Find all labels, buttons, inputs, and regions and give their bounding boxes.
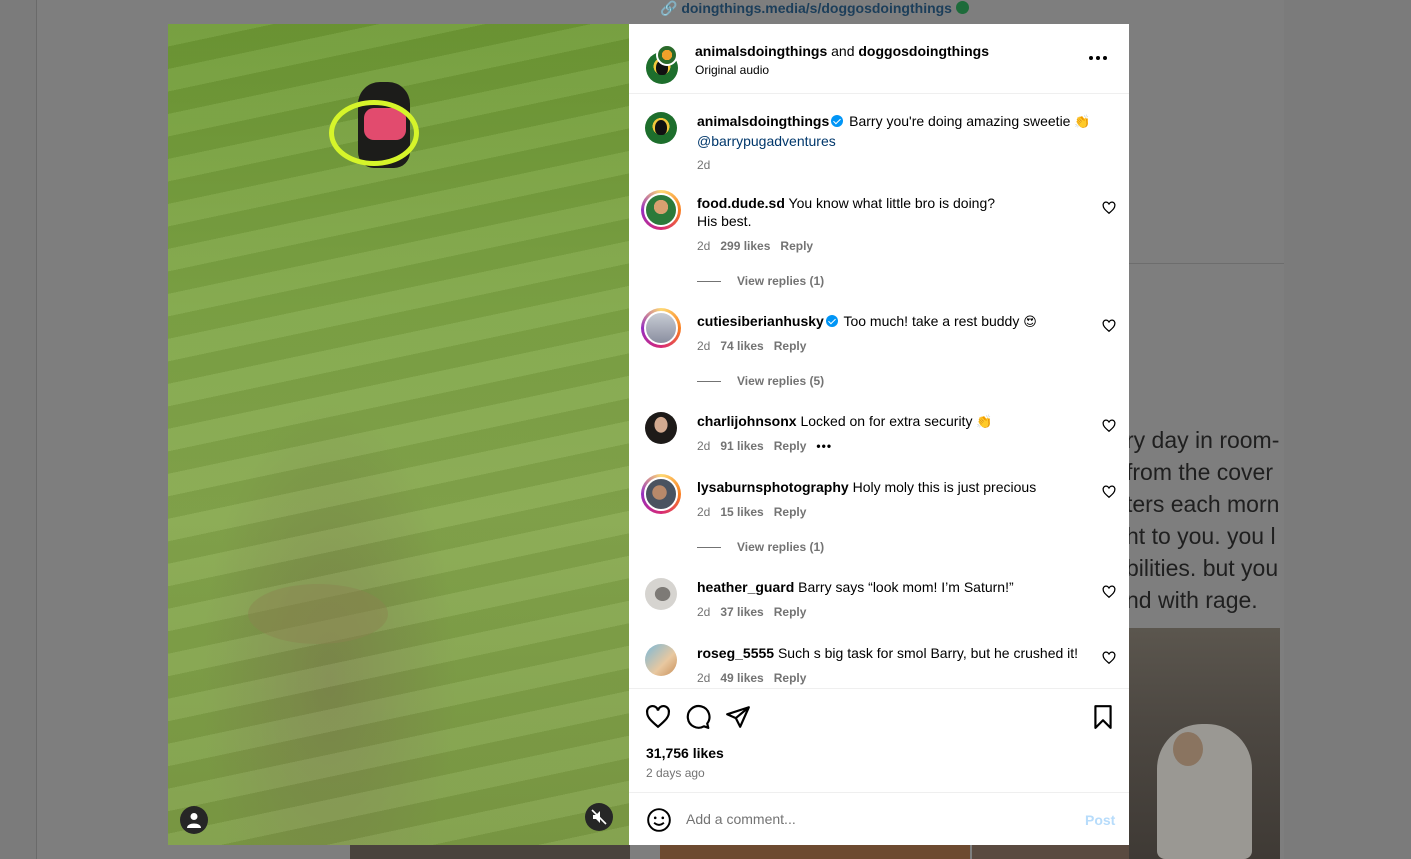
comment-likes[interactable]: 49 likes [720, 671, 763, 685]
comments-list[interactable]: animalsdoingthings Barry you're doing am… [629, 95, 1129, 688]
background-link[interactable]: 🔗 doingthings.media/s/doggosdoingthings [660, 0, 969, 17]
heart-icon[interactable] [1102, 485, 1116, 499]
timestamp[interactable]: 2d [697, 158, 710, 172]
share-icon[interactable] [725, 704, 751, 730]
mute-button[interactable] [585, 803, 613, 831]
reply-button[interactable]: Reply [774, 605, 807, 619]
avatar[interactable] [644, 193, 678, 227]
avatar[interactable] [645, 412, 677, 444]
comment-icon[interactable] [685, 704, 711, 730]
background-thumbnail-strip [350, 845, 630, 859]
username-link[interactable]: roseg_5555 [697, 645, 774, 661]
avatar[interactable] [656, 44, 678, 66]
likes-count[interactable]: 31,756 likes [646, 745, 724, 761]
user-tag-icon [187, 813, 201, 828]
username-link[interactable]: lysaburnsphotography [697, 479, 849, 495]
avatar[interactable] [645, 112, 677, 144]
post-timestamp[interactable]: 2 days ago [646, 766, 705, 780]
view-replies-button[interactable]: View replies (1) [697, 540, 824, 554]
post-actions: 31,756 likes 2 days ago [629, 688, 1129, 792]
post-side-panel: animalsdoingthings and doggosdoingthings… [629, 24, 1129, 845]
audio-label[interactable]: Original audio [695, 63, 769, 77]
verified-badge-icon [825, 315, 838, 327]
username-link[interactable]: charlijohnsonx [697, 413, 797, 429]
username-link[interactable]: food.dude.sd [697, 195, 785, 211]
heart-icon[interactable] [645, 704, 671, 730]
user-tag-button[interactable] [180, 806, 208, 834]
mention-link[interactable]: @barrypugadventures [697, 133, 836, 149]
heart-icon[interactable] [1102, 585, 1116, 599]
heart-icon[interactable] [1102, 201, 1116, 215]
comment-likes[interactable]: 74 likes [720, 339, 763, 353]
view-replies-button[interactable]: View replies (1) [697, 274, 824, 288]
comment-likes[interactable]: 15 likes [720, 505, 763, 519]
emoji-icon[interactable] [646, 807, 672, 833]
more-options-icon[interactable] [1089, 50, 1113, 66]
post-comment-button[interactable]: Post [1085, 812, 1115, 828]
view-replies-button[interactable]: View replies (5) [697, 374, 824, 388]
post-header: animalsdoingthings and doggosdoingthings… [629, 24, 1129, 94]
story-ring[interactable] [641, 308, 681, 348]
avatar[interactable] [645, 644, 677, 676]
story-ring[interactable] [641, 190, 681, 230]
reply-button[interactable]: Reply [774, 439, 807, 453]
verified-check-icon [955, 1, 969, 14]
comment-likes[interactable]: 299 likes [720, 239, 770, 253]
comment-composer: Post [629, 792, 1129, 845]
reply-button[interactable]: Reply [780, 239, 813, 253]
video-player[interactable] [168, 24, 629, 845]
comment-likes[interactable]: 37 likes [720, 605, 763, 619]
hula-hoop [329, 100, 419, 166]
background-divider [1129, 263, 1284, 264]
ghost-costume-shape [1157, 724, 1252, 859]
author-link[interactable]: animalsdoingthings [695, 43, 827, 59]
comment-likes[interactable]: 91 likes [720, 439, 763, 453]
muted-audio-icon [591, 809, 607, 825]
username-link[interactable]: animalsdoingthings [697, 113, 829, 129]
reply-button[interactable]: Reply [774, 339, 807, 353]
background-thumbnail-strip [660, 845, 970, 859]
link-icon: 🔗 [660, 0, 682, 16]
heart-icon[interactable] [1102, 419, 1116, 433]
avatar[interactable] [645, 578, 677, 610]
avatar[interactable] [644, 477, 678, 511]
heart-icon[interactable] [1102, 651, 1116, 665]
comment-input[interactable] [686, 808, 1066, 830]
author-link[interactable]: doggosdoingthings [858, 43, 989, 59]
reply-button[interactable]: Reply [774, 505, 807, 519]
baby-face-shape [1173, 732, 1203, 766]
verified-badge-icon [831, 115, 844, 127]
heart-icon[interactable] [1102, 319, 1116, 333]
reply-button[interactable]: Reply [774, 671, 807, 685]
username-link[interactable]: heather_guard [697, 579, 794, 595]
avatar[interactable] [644, 311, 678, 345]
comment-options-icon[interactable]: ••• [816, 439, 832, 453]
username-link[interactable]: cutiesiberianhusky [697, 313, 824, 329]
dirt-patch [248, 584, 388, 644]
background-thumbnail-strip [972, 845, 1129, 859]
post-modal: animalsdoingthings and doggosdoingthings… [168, 24, 1129, 845]
post-authors: animalsdoingthings and doggosdoingthings [695, 43, 990, 59]
background-thumbnail[interactable] [1129, 628, 1280, 859]
bookmark-icon[interactable] [1090, 704, 1116, 730]
background-article-text: ry day in room- from the cover ters each… [1129, 427, 1280, 613]
story-ring[interactable] [641, 474, 681, 514]
